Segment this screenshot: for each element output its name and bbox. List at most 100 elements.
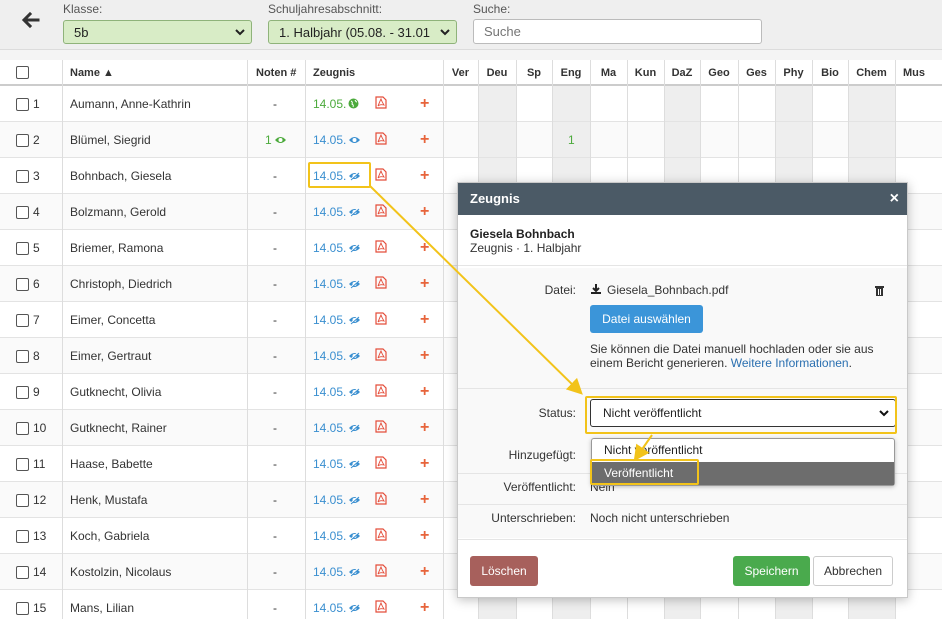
add-icon[interactable]: + — [420, 374, 429, 410]
student-name[interactable]: Kostolzin, Nicolaus — [70, 554, 171, 590]
table-row[interactable]: 1 Aumann, Anne-Kathrin - 14.05. + — [0, 86, 942, 122]
add-icon[interactable]: + — [420, 590, 429, 619]
row-checkbox[interactable] — [16, 350, 29, 363]
row-checkbox[interactable] — [16, 530, 29, 543]
zeugnis-date-link[interactable]: 14.05. — [313, 482, 346, 518]
zeugnis-date-link[interactable]: 14.05. — [313, 590, 346, 619]
zeugnis-date-link[interactable]: 14.05. — [313, 266, 346, 302]
add-icon[interactable]: + — [420, 410, 429, 446]
pdf-icon[interactable] — [375, 483, 387, 519]
klasse-select[interactable]: 5b — [63, 20, 252, 44]
student-name[interactable]: Eimer, Concetta — [70, 302, 155, 338]
zeugnis-date-link[interactable]: 14.05. — [313, 302, 346, 338]
student-name[interactable]: Blümel, Siegrid — [70, 122, 151, 158]
column-header-name[interactable]: Name ▲ — [70, 60, 114, 86]
row-checkbox[interactable] — [16, 314, 29, 327]
add-icon[interactable]: + — [420, 518, 429, 554]
file-name[interactable]: Giesela_Bohnbach.pdf — [607, 283, 728, 297]
pdf-icon[interactable] — [375, 231, 387, 267]
more-info-link[interactable]: Weitere Informationen — [731, 356, 849, 370]
student-name[interactable]: Aumann, Anne-Kathrin — [70, 86, 191, 122]
cancel-button[interactable]: Abbrechen — [813, 556, 893, 586]
pdf-icon[interactable] — [375, 267, 387, 303]
student-name[interactable]: Gutknecht, Rainer — [70, 410, 167, 446]
download-icon[interactable] — [590, 283, 602, 295]
student-name[interactable]: Briemer, Ramona — [70, 230, 163, 266]
grade-cell-disabled — [848, 86, 895, 121]
student-name[interactable]: Bohnbach, Giesela — [70, 158, 171, 194]
pdf-icon[interactable] — [375, 123, 387, 159]
pdf-icon[interactable] — [375, 303, 387, 339]
search-input[interactable] — [473, 19, 762, 44]
student-name[interactable]: Bolzmann, Gerold — [70, 194, 166, 230]
add-icon[interactable]: + — [420, 482, 429, 518]
row-checkbox[interactable] — [16, 422, 29, 435]
student-name[interactable]: Haase, Babette — [70, 446, 153, 482]
student-name[interactable]: Gutknecht, Olivia — [70, 374, 161, 410]
row-checkbox[interactable] — [16, 458, 29, 471]
trash-icon[interactable] — [874, 285, 885, 297]
student-name[interactable]: Henk, Mustafa — [70, 482, 147, 518]
add-icon[interactable]: + — [420, 122, 429, 158]
student-name[interactable]: Eimer, Gertraut — [70, 338, 151, 374]
add-icon[interactable]: + — [420, 338, 429, 374]
zeugnis-date-link[interactable]: 14.05. — [313, 230, 346, 266]
pdf-icon[interactable] — [375, 591, 387, 619]
table-row[interactable]: 2 Blümel, Siegrid 1 14.05. + 1 — [0, 122, 942, 158]
chevron-down-icon — [440, 29, 450, 36]
pdf-icon[interactable] — [375, 375, 387, 411]
row-checkbox[interactable] — [16, 206, 29, 219]
add-icon[interactable]: + — [420, 158, 429, 194]
row-number: 10 — [33, 421, 47, 435]
row-checkbox[interactable] — [16, 242, 29, 255]
row-checkbox[interactable] — [16, 494, 29, 507]
zeugnis-date-link[interactable]: 14.05. — [313, 518, 346, 554]
pdf-icon[interactable] — [375, 555, 387, 591]
row-checkbox[interactable] — [16, 386, 29, 399]
add-icon[interactable]: + — [420, 554, 429, 590]
zeugnis-date: 14.05. — [313, 241, 347, 255]
abschnitt-select[interactable]: 1. Halbjahr (05.08. - 31.01 — [268, 20, 457, 44]
delete-button[interactable]: Löschen — [470, 556, 538, 586]
noten-count[interactable]: 1 — [265, 122, 287, 158]
eye-icon — [274, 134, 287, 148]
row-checkbox[interactable] — [16, 170, 29, 183]
zeugnis-date-link[interactable]: 14.05. — [313, 338, 346, 374]
zeugnis-date-link[interactable]: 14.05. — [313, 410, 346, 446]
row-checkbox[interactable] — [16, 566, 29, 579]
pdf-icon[interactable] — [375, 447, 387, 483]
add-icon[interactable]: + — [420, 86, 429, 122]
zeugnis-date-link[interactable]: 14.05. — [313, 86, 346, 122]
choose-file-button[interactable]: Datei auswählen — [590, 305, 703, 333]
row-checkbox[interactable] — [16, 98, 29, 111]
save-button[interactable]: Speichern — [733, 556, 810, 586]
row-checkbox[interactable] — [16, 278, 29, 291]
add-icon[interactable]: + — [420, 446, 429, 482]
zeugnis-date-link[interactable]: 14.05. — [313, 374, 346, 410]
row-checkbox[interactable] — [16, 134, 29, 147]
zeugnis-date-link[interactable]: 14.05. — [313, 446, 346, 482]
add-icon[interactable]: + — [420, 302, 429, 338]
student-name[interactable]: Koch, Gabriela — [70, 518, 149, 554]
add-icon[interactable]: + — [420, 194, 429, 230]
select-all-checkbox[interactable] — [16, 66, 29, 79]
zeugnis-date-link[interactable]: 14.05. — [313, 554, 346, 590]
pdf-icon[interactable] — [375, 195, 387, 231]
student-name[interactable]: Mans, Lilian — [70, 590, 134, 619]
add-icon[interactable]: + — [420, 266, 429, 302]
add-icon[interactable]: + — [420, 230, 429, 266]
zeugnis-date-link[interactable]: 14.05. — [313, 194, 346, 230]
grade-eng[interactable]: 1 — [568, 122, 575, 158]
close-icon[interactable]: × — [890, 183, 899, 215]
zeugnis-date: 14.05. — [313, 205, 347, 219]
pdf-icon[interactable] — [375, 87, 387, 123]
pdf-icon[interactable] — [375, 411, 387, 447]
divider — [458, 504, 907, 505]
pdf-icon[interactable] — [375, 159, 387, 195]
row-checkbox[interactable] — [16, 602, 29, 615]
student-name[interactable]: Christoph, Diedrich — [70, 266, 172, 302]
zeugnis-date-link[interactable]: 14.05. — [313, 122, 346, 158]
back-arrow-icon[interactable] — [20, 10, 44, 34]
pdf-icon[interactable] — [375, 519, 387, 555]
pdf-icon[interactable] — [375, 339, 387, 375]
